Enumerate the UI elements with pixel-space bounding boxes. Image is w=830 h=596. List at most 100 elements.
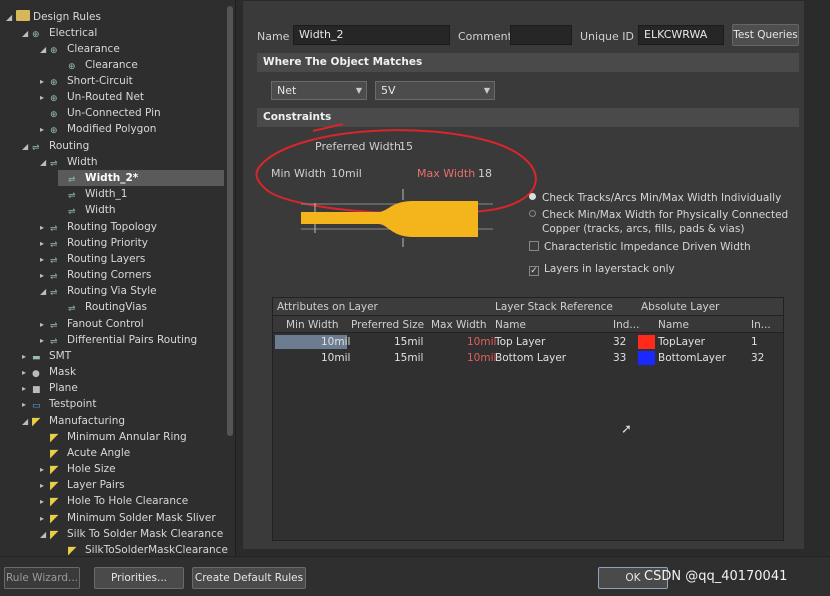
tree-item-21[interactable]: ▸ ▬ SMT	[22, 348, 71, 364]
tree-item-27[interactable]: ◤ Acute Angle	[40, 445, 130, 461]
tree-item-24[interactable]: ▸ ▭ Testpoint	[22, 396, 96, 412]
match-scope-dropdown[interactable]: Net ▼	[271, 81, 367, 100]
tree-item-16[interactable]: ▸ ⇌ Routing Corners	[40, 267, 151, 283]
checkbox-unchecked-icon[interactable]	[529, 241, 539, 251]
tree-item-14[interactable]: ▸ ⇌ Routing Priority	[40, 235, 148, 251]
tree-item-32[interactable]: ◢ ◤ Silk To Solder Mask Clearance	[40, 526, 223, 542]
tree-item-label: Un-Routed Net	[67, 91, 145, 103]
tree-item-18[interactable]: ⇌ RoutingVias	[58, 299, 147, 315]
routing-icon: ⇌	[50, 288, 58, 298]
rule-wizard-button[interactable]: Rule Wizard...	[4, 567, 80, 589]
tree-item-11[interactable]: ⇌ Width_1	[58, 186, 127, 202]
tree-item-0[interactable]: ◢ Design Rules	[6, 9, 101, 25]
tree-item-3[interactable]: ⊕ Clearance	[58, 57, 138, 73]
manufacturing-icon: ◤	[50, 512, 59, 525]
row-pref[interactable]: 15mil	[394, 350, 423, 366]
expand-arrow-icon[interactable]: ▸	[40, 333, 50, 349]
test-queries-button[interactable]: Test Queries	[732, 24, 799, 46]
tree-item-23[interactable]: ▸ ■ Plane	[22, 380, 78, 396]
collapse-arrow-icon[interactable]: ◢	[22, 26, 32, 42]
tree-item-6[interactable]: ⊕ Un-Connected Pin	[40, 105, 161, 121]
collapse-arrow-icon[interactable]: ◢	[22, 414, 32, 430]
radio-selected-icon[interactable]	[529, 193, 536, 200]
radio-unselected-icon[interactable]	[529, 210, 536, 217]
tree-scrollbar[interactable]	[227, 6, 233, 436]
expand-arrow-icon[interactable]: ▸	[40, 478, 50, 494]
expand-arrow-icon[interactable]: ▸	[40, 236, 50, 252]
expand-arrow-icon[interactable]: ▸	[22, 397, 32, 413]
tree-item-1[interactable]: ◢ ⊕ Electrical	[22, 25, 97, 41]
tree-item-31[interactable]: ▸ ◤ Minimum Solder Mask Sliver	[40, 510, 216, 526]
row-min[interactable]: 10mil	[321, 350, 350, 366]
layerstack-only-checkbox[interactable]: ✓ Layers in layerstack only	[529, 262, 675, 276]
tree-item-28[interactable]: ▸ ◤ Hole Size	[40, 461, 116, 477]
col-max-width[interactable]: Max Width	[431, 317, 487, 333]
expand-arrow-icon[interactable]: ▸	[40, 90, 50, 106]
tree-item-17[interactable]: ◢ ⇌ Routing Via Style	[40, 283, 157, 299]
expand-arrow-icon[interactable]: ▸	[40, 220, 50, 236]
tree-item-5[interactable]: ▸ ⊕ Un-Routed Net	[40, 89, 144, 105]
collapse-arrow-icon[interactable]: ◢	[40, 284, 50, 300]
expand-arrow-icon[interactable]: ▸	[22, 365, 32, 381]
tree-item-26[interactable]: ◤ Minimum Annular Ring	[40, 429, 187, 445]
tree-item-12[interactable]: ⇌ Width	[58, 202, 116, 218]
table-row[interactable]: 10mil 15mil 10mil Top Layer 32 TopLayer …	[273, 334, 783, 350]
option-individual[interactable]: Check Tracks/Arcs Min/Max Width Individu…	[529, 191, 781, 205]
tree-item-22[interactable]: ▸ ● Mask	[22, 364, 76, 380]
expand-arrow-icon[interactable]: ▸	[40, 317, 50, 333]
tree-item-29[interactable]: ▸ ◤ Layer Pairs	[40, 477, 125, 493]
expand-arrow-icon[interactable]: ▸	[40, 74, 50, 90]
tree-item-7[interactable]: ▸ ⊕ Modified Polygon	[40, 121, 156, 137]
col-name[interactable]: Name	[495, 317, 526, 333]
table-row[interactable]: 10mil 15mil 10mil Bottom Layer 33 Bottom…	[273, 350, 783, 366]
comment-field[interactable]	[510, 25, 572, 45]
tree-item-label: Acute Angle	[67, 447, 131, 459]
tree-item-15[interactable]: ▸ ⇌ Routing Layers	[40, 251, 145, 267]
object-match-header: Where The Object Matches	[257, 53, 799, 72]
collapse-arrow-icon[interactable]: ◢	[22, 139, 32, 155]
collapse-arrow-icon[interactable]: ◢	[40, 42, 50, 58]
tree-item-8[interactable]: ◢ ⇌ Routing	[22, 138, 89, 154]
col-min-width[interactable]: Min Width	[286, 317, 338, 333]
collapse-arrow-icon[interactable]: ◢	[6, 10, 16, 26]
col-index[interactable]: Ind...	[613, 317, 639, 333]
col-abs-index[interactable]: In...	[751, 317, 771, 333]
expand-arrow-icon[interactable]: ▸	[22, 349, 32, 365]
tree-item-13[interactable]: ▸ ⇌ Routing Topology	[40, 219, 157, 235]
expand-arrow-icon[interactable]: ▸	[40, 268, 50, 284]
col-preferred-size[interactable]: Preferred Size	[351, 317, 424, 333]
expand-arrow-icon[interactable]: ▸	[22, 381, 32, 397]
tree-item-20[interactable]: ▸ ⇌ Differential Pairs Routing	[40, 332, 197, 348]
option-connected[interactable]: Check Min/Max Width for Physically Conne…	[529, 208, 788, 222]
tree-item-4[interactable]: ▸ ⊕ Short-Circuit	[40, 73, 133, 89]
expand-arrow-icon[interactable]: ▸	[40, 494, 50, 510]
row-max[interactable]: 10mil	[467, 350, 496, 366]
row-min[interactable]: 10mil	[321, 334, 350, 350]
unique-id-field[interactable]: ELKCWRWA	[638, 25, 724, 45]
manufacturing-icon: ◤	[50, 447, 59, 460]
expand-arrow-icon[interactable]: ▸	[40, 462, 50, 478]
name-field[interactable]: Width_2	[293, 25, 450, 45]
impedance-checkbox[interactable]: Characteristic Impedance Driven Width	[529, 240, 751, 254]
expand-arrow-icon[interactable]: ▸	[40, 122, 50, 138]
row-max[interactable]: 10mil	[467, 334, 496, 350]
tree-item-25[interactable]: ◢ ◤ Manufacturing	[22, 413, 125, 429]
priorities-button[interactable]: Priorities...	[94, 567, 184, 589]
tree-item-10[interactable]: ⇌ Width_2*	[58, 170, 224, 186]
expand-arrow-icon[interactable]: ▸	[40, 511, 50, 527]
tree-item-9[interactable]: ◢ ⇌ Width	[40, 154, 98, 170]
checkbox-checked-icon[interactable]: ✓	[529, 266, 539, 276]
net-dropdown[interactable]: 5V ▼	[375, 81, 495, 100]
tree-item-2[interactable]: ◢ ⊕ Clearance	[40, 41, 120, 57]
create-default-rules-button[interactable]: Create Default Rules	[192, 567, 306, 589]
row-pref[interactable]: 15mil	[394, 334, 423, 350]
tree-item-30[interactable]: ▸ ◤ Hole To Hole Clearance	[40, 493, 188, 509]
col-abs-name[interactable]: Name	[658, 317, 689, 333]
expand-arrow-icon[interactable]: ▸	[40, 252, 50, 268]
mouse-cursor-icon: ➚	[621, 422, 632, 437]
watermark-text: CSDN @qq_40170041	[644, 569, 788, 584]
tree-item-33[interactable]: ◤ SilkToSolderMaskClearance	[58, 542, 228, 556]
tree-item-19[interactable]: ▸ ⇌ Fanout Control	[40, 316, 144, 332]
collapse-arrow-icon[interactable]: ◢	[40, 527, 50, 543]
collapse-arrow-icon[interactable]: ◢	[40, 155, 50, 171]
